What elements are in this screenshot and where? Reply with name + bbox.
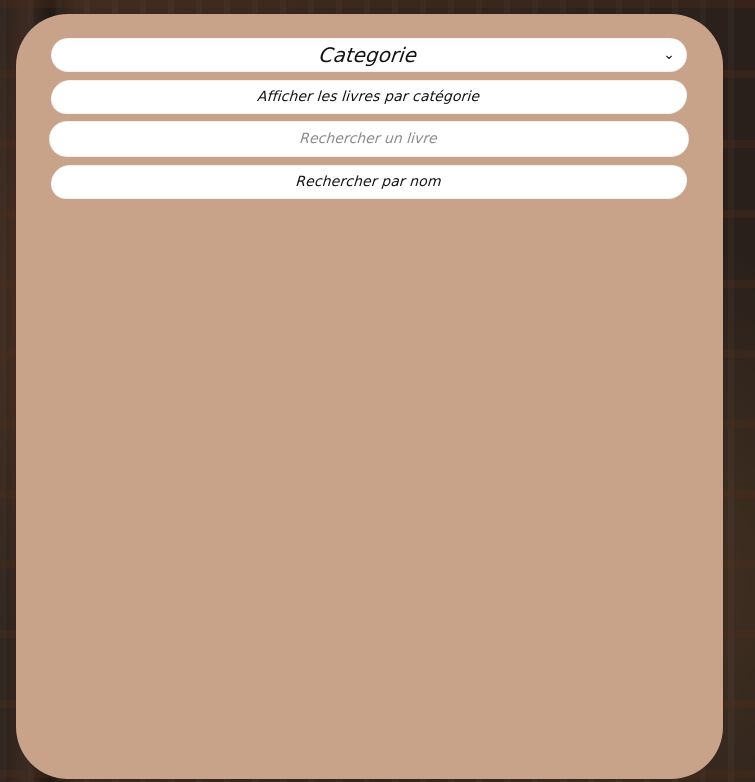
show-books-by-category-button[interactable]: Afficher les livres par catégorie [49,80,689,114]
book-search-input[interactable] [48,121,690,157]
main-panel: Categorie ⌄ Afficher les livres par caté… [16,14,723,779]
show-books-by-category-label: Afficher les livres par catégorie [257,89,481,105]
results-area [16,214,723,779]
search-by-name-label: Rechercher par nom [295,174,443,190]
category-select-value: Categorie [318,43,420,67]
category-select[interactable]: Categorie ⌄ [51,38,687,72]
book-search-field[interactable] [48,121,690,157]
search-by-name-button[interactable]: Rechercher par nom [49,165,689,199]
chevron-down-icon: ⌄ [663,47,675,63]
